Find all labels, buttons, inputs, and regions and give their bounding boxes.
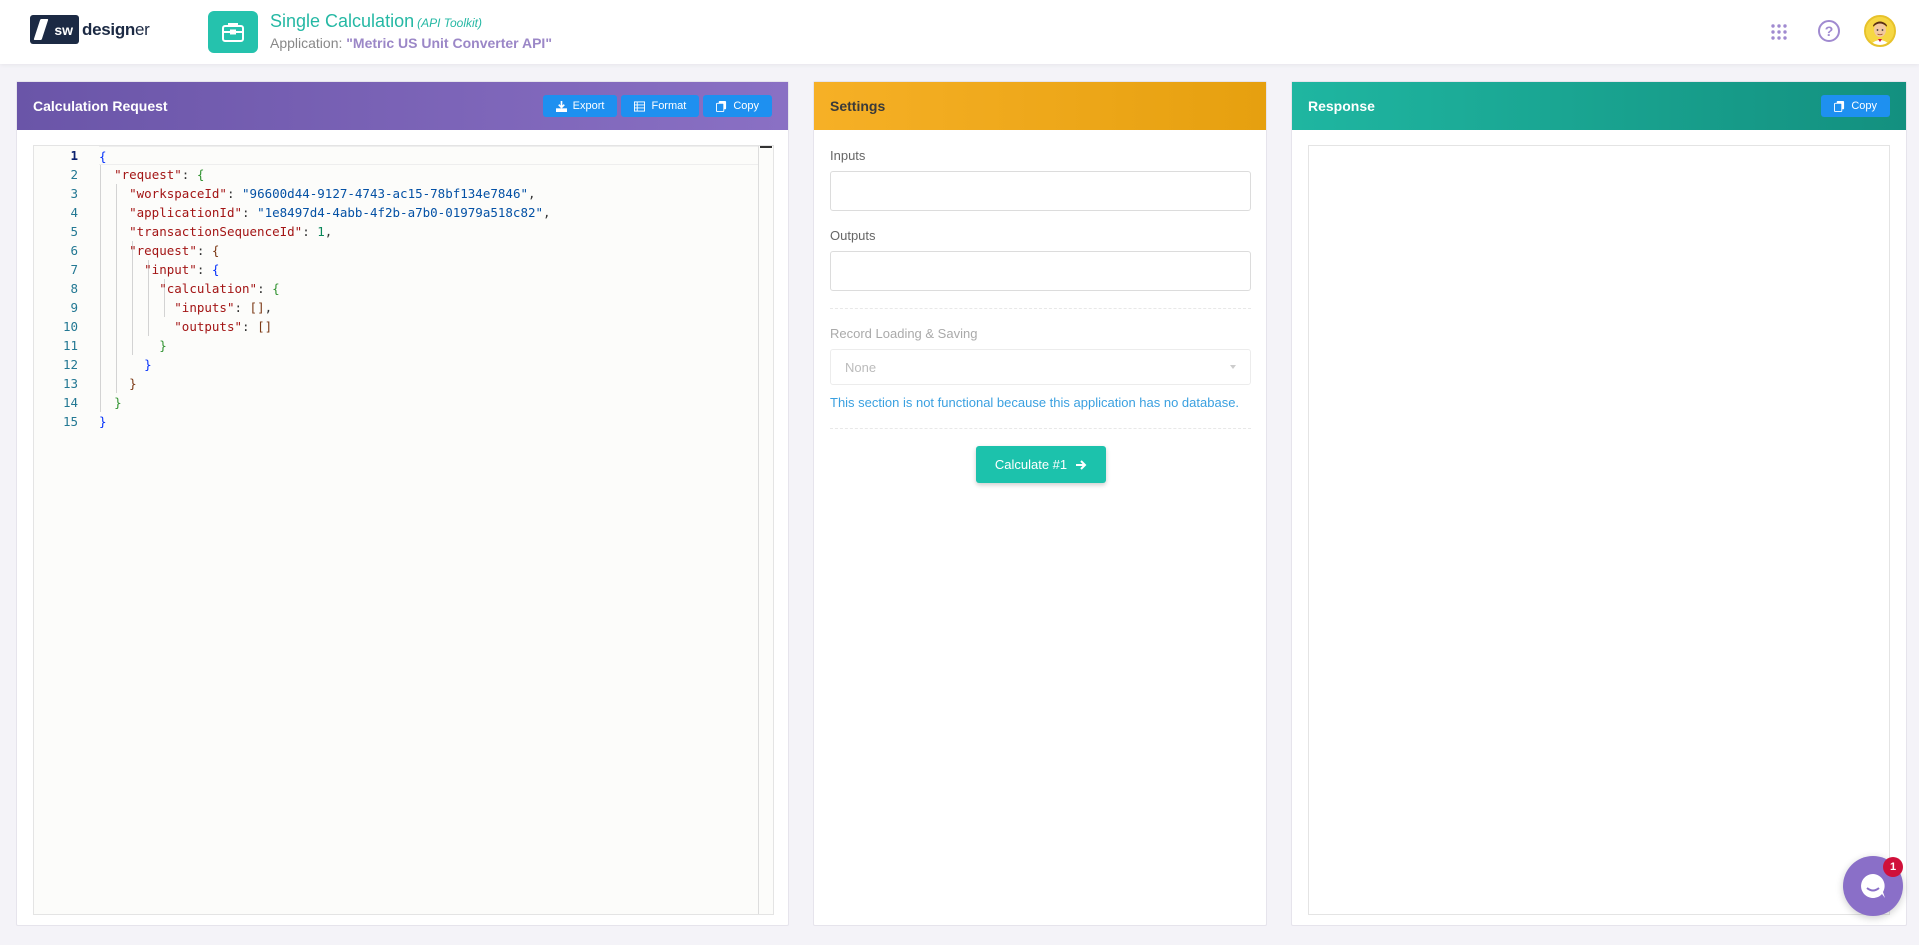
download-icon [555, 100, 567, 112]
panel-title: Response [1308, 98, 1375, 114]
code-line: "input": { [144, 262, 220, 277]
settings-header: Settings [814, 82, 1266, 130]
line-number: 13 [62, 376, 78, 391]
line-number: 15 [62, 414, 78, 429]
line-number: 6 [70, 243, 78, 258]
top-bar: sw designer Single Calculation (API Toolk… [0, 0, 1919, 64]
copy-response-button[interactable]: Copy [1821, 95, 1890, 117]
response-header: Response Copy [1292, 82, 1906, 130]
divider [830, 428, 1251, 429]
calculation-request-panel: Calculation Request Export Format Copy 1… [16, 81, 789, 926]
avatar[interactable] [1864, 15, 1896, 47]
transaction-sequence-value: 1 [317, 224, 325, 239]
code-line: } [114, 395, 122, 410]
line-number: 12 [62, 357, 78, 372]
calculation-request-header: Calculation Request Export Format Copy [17, 82, 788, 130]
settings-panel: Settings Inputs Outputs Record Loading &… [813, 81, 1267, 926]
divider [830, 308, 1251, 309]
record-loading-select: None [830, 349, 1251, 385]
format-button[interactable]: Format [621, 95, 700, 117]
line-number: 10 [62, 319, 78, 334]
logo-wordmark: designer [82, 19, 150, 39]
database-notice: This section is not functional because t… [830, 395, 1240, 410]
code-line: } [144, 357, 152, 372]
application-id-value: "1e8497d4-4abb-4f2b-a7b0-01979a518c82" [257, 205, 544, 220]
apps-grid-icon[interactable] [1770, 23, 1788, 41]
response-output[interactable] [1308, 145, 1890, 915]
briefcase-icon [208, 11, 258, 53]
code-line: "applicationId": "1e8497d4-4abb-4f2b-a7b… [129, 205, 551, 220]
export-button[interactable]: Export [542, 95, 618, 117]
record-loading-label: Record Loading & Saving [830, 326, 978, 341]
outputs-label: Outputs [830, 228, 876, 243]
logo-mark: sw [30, 15, 79, 44]
code-line: "request": { [114, 167, 205, 182]
line-number: 7 [70, 262, 78, 277]
page-title: Single Calculation (API Toolkit) [270, 11, 483, 31]
line-number: 4 [70, 205, 78, 220]
line-number: 11 [62, 338, 78, 353]
editor-overview-ruler [760, 146, 772, 148]
record-loading-value: None [845, 359, 877, 375]
line-number-gutter: 1 2 3 4 5 6 7 8 9 10 11 12 13 14 15 [34, 146, 78, 914]
editor-scrollbar[interactable] [758, 146, 759, 914]
code-line: "inputs": [], [174, 300, 273, 315]
code-line: { [99, 146, 759, 165]
code-line: "outputs": [] [174, 319, 273, 334]
code-lines: { "request": { "workspaceId": "96600d44-… [99, 146, 759, 431]
help-icon[interactable]: ? [1818, 20, 1840, 42]
code-line: "request": { [129, 243, 220, 258]
application-subtitle: Application: "Metric US Unit Converter A… [270, 35, 552, 51]
list-icon [634, 100, 646, 112]
inputs-field[interactable] [830, 171, 1251, 211]
chat-icon [1861, 874, 1885, 898]
arrow-right-icon [1076, 459, 1087, 470]
code-line: } [99, 414, 107, 429]
sw-designer-logo[interactable]: sw designer [30, 15, 150, 44]
response-panel: Response Copy [1291, 81, 1907, 926]
chevron-down-icon [1230, 365, 1236, 369]
line-number: 2 [70, 167, 78, 182]
json-code-editor[interactable]: 1 2 3 4 5 6 7 8 9 10 11 12 13 14 15 { "r… [33, 145, 774, 915]
code-line: "transactionSequenceId": 1, [129, 224, 333, 239]
code-line: } [129, 376, 137, 391]
calculate-button[interactable]: Calculate #1 [976, 446, 1106, 483]
copy-icon [1834, 100, 1845, 112]
application-name: "Metric US Unit Converter API" [346, 35, 552, 51]
line-number: 3 [70, 186, 78, 201]
chat-notification-badge: 1 [1883, 857, 1903, 877]
panel-title: Settings [830, 98, 886, 114]
line-number: 1 [70, 148, 78, 163]
line-number: 14 [62, 395, 78, 410]
code-line: } [159, 338, 167, 353]
code-line: "calculation": { [159, 281, 280, 296]
outputs-field[interactable] [830, 251, 1251, 291]
panel-title: Calculation Request [33, 98, 168, 114]
copy-request-button[interactable]: Copy [703, 95, 772, 117]
line-number: 9 [70, 300, 78, 315]
line-number: 8 [70, 281, 78, 296]
workspace-id-value: "96600d44-9127-4743-ac15-78bf134e7846" [242, 186, 528, 201]
line-number: 5 [70, 224, 78, 239]
page-title-note: (API Toolkit) [417, 16, 483, 30]
code-line: "workspaceId": "96600d44-9127-4743-ac15-… [129, 186, 536, 201]
inputs-label: Inputs [830, 148, 866, 163]
copy-icon [716, 100, 727, 112]
